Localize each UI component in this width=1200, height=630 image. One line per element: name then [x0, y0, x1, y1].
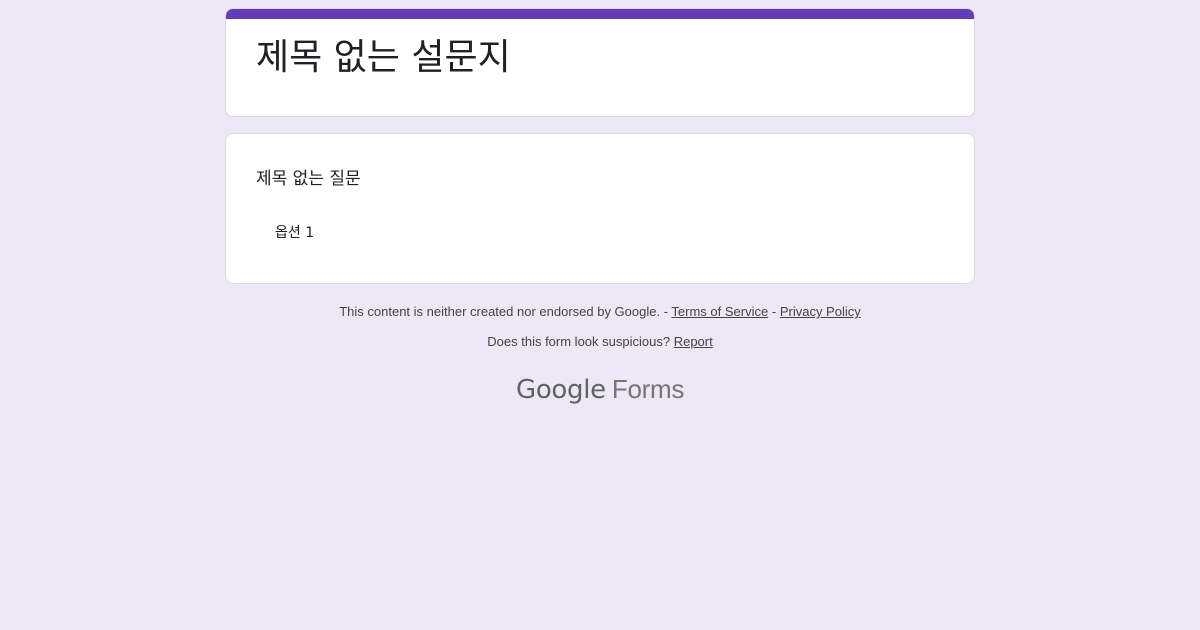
footer-report-line: Does this form look suspicious? Report: [0, 332, 1200, 352]
form-container: 제목 없는 설문지 제목 없는 질문 옵션 1: [225, 8, 975, 284]
google-forms-logo[interactable]: Google Forms: [0, 374, 1200, 405]
disclaimer-text: This content is neither created nor endo…: [339, 304, 669, 319]
footer-separator: -: [771, 304, 777, 319]
header-accent-bar: [226, 9, 974, 19]
footer-disclaimer-line: This content is neither created nor endo…: [0, 302, 1200, 322]
form-header-card: 제목 없는 설문지: [225, 8, 975, 117]
form-title: 제목 없는 설문지: [256, 37, 511, 78]
footer: This content is neither created nor endo…: [0, 302, 1200, 352]
question-title: 제목 없는 질문: [256, 169, 361, 189]
option-item[interactable]: 옵션 1: [256, 222, 314, 242]
suspicious-text: Does this form look suspicious?: [487, 334, 671, 349]
logo-brand: Google: [515, 375, 606, 405]
privacy-policy-link[interactable]: Privacy Policy: [780, 304, 861, 319]
option-label: 옵션 1: [275, 225, 315, 241]
report-link[interactable]: Report: [674, 334, 713, 349]
logo-product: Forms: [611, 374, 685, 404]
question-card: 제목 없는 질문 옵션 1: [225, 133, 975, 284]
terms-of-service-link[interactable]: Terms of Service: [671, 304, 768, 319]
